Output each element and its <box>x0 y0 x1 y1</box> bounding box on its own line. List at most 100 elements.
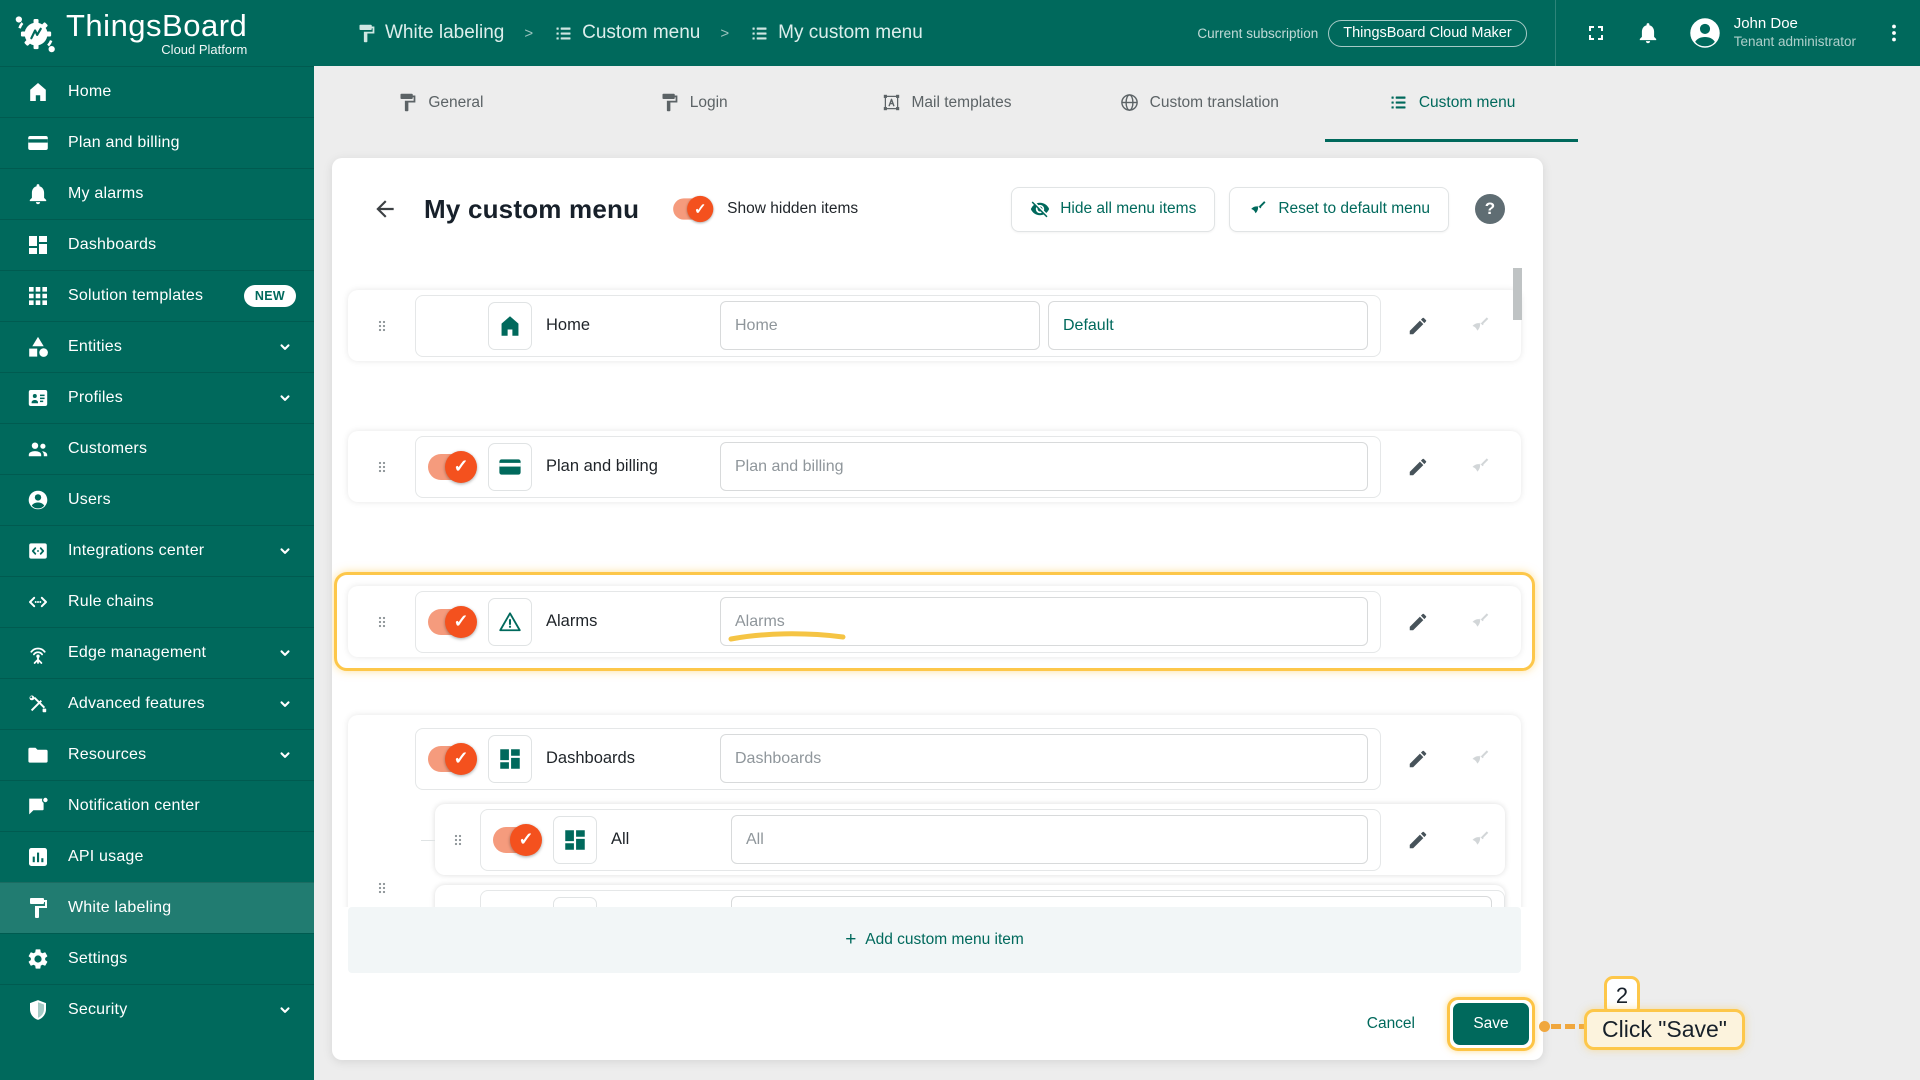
clear-broom-icon[interactable] <box>1469 315 1491 337</box>
chevron-down-icon <box>274 336 296 358</box>
sidebar-item-integrations-center[interactable]: Integrations center <box>0 525 314 576</box>
menu-item-icon-box <box>488 597 532 646</box>
menu-item-name-input[interactable] <box>720 597 1368 646</box>
sidebar-item-plan-and-billing[interactable]: Plan and billing <box>0 117 314 168</box>
edit-pencil-icon[interactable] <box>1407 829 1429 851</box>
menu-item-path-input[interactable] <box>1048 301 1368 350</box>
save-button[interactable]: Save <box>1453 1002 1529 1045</box>
list-icon <box>553 23 574 44</box>
menu-item-icon-box <box>488 442 532 491</box>
category-icon <box>26 335 50 359</box>
annotation-label: Click "Save" <box>1584 1009 1745 1050</box>
menu-item-name-input[interactable] <box>731 896 1492 907</box>
drag-handle-icon[interactable] <box>374 313 390 339</box>
clear-broom-icon[interactable] <box>1469 829 1491 851</box>
sidebar-item-my-alarms[interactable]: My alarms <box>0 168 314 219</box>
menu-row-plan-and-billing: Plan and billing <box>348 431 1521 502</box>
drag-handle-icon[interactable] <box>374 875 390 901</box>
sidebar-item-advanced-features[interactable]: Advanced features <box>0 678 314 729</box>
edit-pencil-icon[interactable] <box>1407 748 1429 770</box>
breadcrumb-my-custom-menu[interactable]: My custom menu <box>749 22 923 44</box>
tab-mail-templates[interactable]: Mail templates <box>820 66 1073 142</box>
sidebar-item-solution-templates[interactable]: Solution templates NEW <box>0 270 314 321</box>
sidebar-item-api-usage[interactable]: API usage <box>0 831 314 882</box>
sidebar-item-users[interactable]: Users <box>0 474 314 525</box>
drag-handle-icon[interactable] <box>450 827 466 853</box>
sidebar-item-white-labeling[interactable]: White labeling <box>0 882 314 933</box>
menu-item-visibility-toggle[interactable] <box>493 823 542 856</box>
sidebar-item-dashboards[interactable]: Dashboards <box>0 219 314 270</box>
subscription-plan-pill[interactable]: ThingsBoard Cloud Maker <box>1328 19 1527 47</box>
sidebar-item-resources[interactable]: Resources <box>0 729 314 780</box>
logo-subtitle: Cloud Platform <box>161 42 248 57</box>
kebab-menu-icon[interactable] <box>1882 21 1906 45</box>
menu-item-visibility-toggle[interactable] <box>428 742 477 775</box>
hide-all-menu-items-button[interactable]: Hide all menu items <box>1011 186 1216 232</box>
sidebar-item-profiles[interactable]: Profiles <box>0 372 314 423</box>
plus-icon: + <box>845 929 857 950</box>
edit-pencil-icon[interactable] <box>1407 611 1429 633</box>
menu-item-name-input[interactable] <box>720 301 1040 350</box>
drag-handle-icon[interactable] <box>374 609 390 635</box>
sidebar-item-home[interactable]: Home <box>0 66 314 117</box>
subscription-label: Current subscription <box>1197 25 1319 41</box>
folder-icon <box>26 743 50 767</box>
breadcrumb-white-labeling[interactable]: White labeling <box>356 22 504 44</box>
cancel-button[interactable]: Cancel <box>1361 1014 1421 1034</box>
breadcrumb: White labeling > Custom menu > My custom… <box>314 22 923 44</box>
menu-row-dashboards: Dashboards <box>415 723 1505 794</box>
chevron-down-icon <box>274 642 296 664</box>
menu-item-name-input[interactable] <box>720 442 1368 491</box>
fullscreen-button[interactable] <box>1584 21 1608 45</box>
new-badge: NEW <box>243 285 296 307</box>
bell-icon <box>26 182 50 206</box>
menu-item-visibility-toggle[interactable] <box>428 450 477 483</box>
rule-chain-icon <box>26 590 50 614</box>
drag-handle-icon[interactable] <box>374 454 390 480</box>
reset-to-default-menu-button[interactable]: Reset to default menu <box>1229 186 1449 232</box>
chevron-down-icon <box>274 744 296 766</box>
logo-section[interactable]: ThingsBoard Cloud Platform <box>0 0 314 66</box>
menu-item-visibility-toggle[interactable] <box>428 605 477 638</box>
menu-item-name-input[interactable] <box>731 815 1368 864</box>
menu-item-name-input[interactable] <box>720 734 1368 783</box>
sidebar-item-settings[interactable]: Settings <box>0 933 314 984</box>
annotation-connector-dot <box>1539 1021 1550 1032</box>
scrollbar-thumb[interactable] <box>1513 268 1522 320</box>
paint-roller-icon <box>397 92 418 113</box>
add-custom-menu-item-button[interactable]: + Add custom menu item <box>348 907 1521 973</box>
user-info: John Doe Tenant administrator <box>1734 15 1856 51</box>
credit-card-icon <box>497 454 523 480</box>
sidebar-item-entities[interactable]: Entities <box>0 321 314 372</box>
edit-pencil-icon[interactable] <box>1407 456 1429 478</box>
sidebar-item-customers[interactable]: Customers <box>0 423 314 474</box>
thingsboard-logo-icon <box>10 8 60 58</box>
tab-login[interactable]: Login <box>567 66 820 142</box>
edit-pencil-icon[interactable] <box>1407 315 1429 337</box>
help-button[interactable]: ? <box>1475 194 1505 224</box>
sidebar-item-security[interactable]: Security <box>0 984 314 1035</box>
people-icon <box>26 437 50 461</box>
back-arrow-icon[interactable] <box>372 196 398 222</box>
logo-title: ThingsBoard <box>66 8 248 43</box>
user-role: Tenant administrator <box>1733 33 1856 49</box>
avatar[interactable] <box>1686 14 1724 52</box>
tab-custom-translation[interactable]: Custom translation <box>1072 66 1325 142</box>
annotation-save-ring: Save <box>1447 996 1535 1051</box>
clear-broom-icon[interactable] <box>1469 611 1491 633</box>
dashboards-icon <box>26 233 50 257</box>
paint-roller-icon <box>659 92 680 113</box>
clear-broom-icon[interactable] <box>1469 456 1491 478</box>
breadcrumb-custom-menu[interactable]: Custom menu <box>553 22 700 44</box>
broom-icon <box>1248 199 1268 219</box>
clear-broom-icon[interactable] <box>1469 748 1491 770</box>
menu-row-alarms: Alarms <box>348 586 1521 657</box>
notifications-button[interactable] <box>1636 21 1660 45</box>
show-hidden-items-toggle[interactable] <box>673 195 714 223</box>
tab-general[interactable]: General <box>314 66 567 142</box>
tab-custom-menu[interactable]: Custom menu <box>1325 66 1578 142</box>
menu-row-home: Home <box>348 290 1521 361</box>
sidebar-item-rule-chains[interactable]: Rule chains <box>0 576 314 627</box>
sidebar-item-edge-management[interactable]: Edge management <box>0 627 314 678</box>
sidebar-item-notification-center[interactable]: Notification center <box>0 780 314 831</box>
